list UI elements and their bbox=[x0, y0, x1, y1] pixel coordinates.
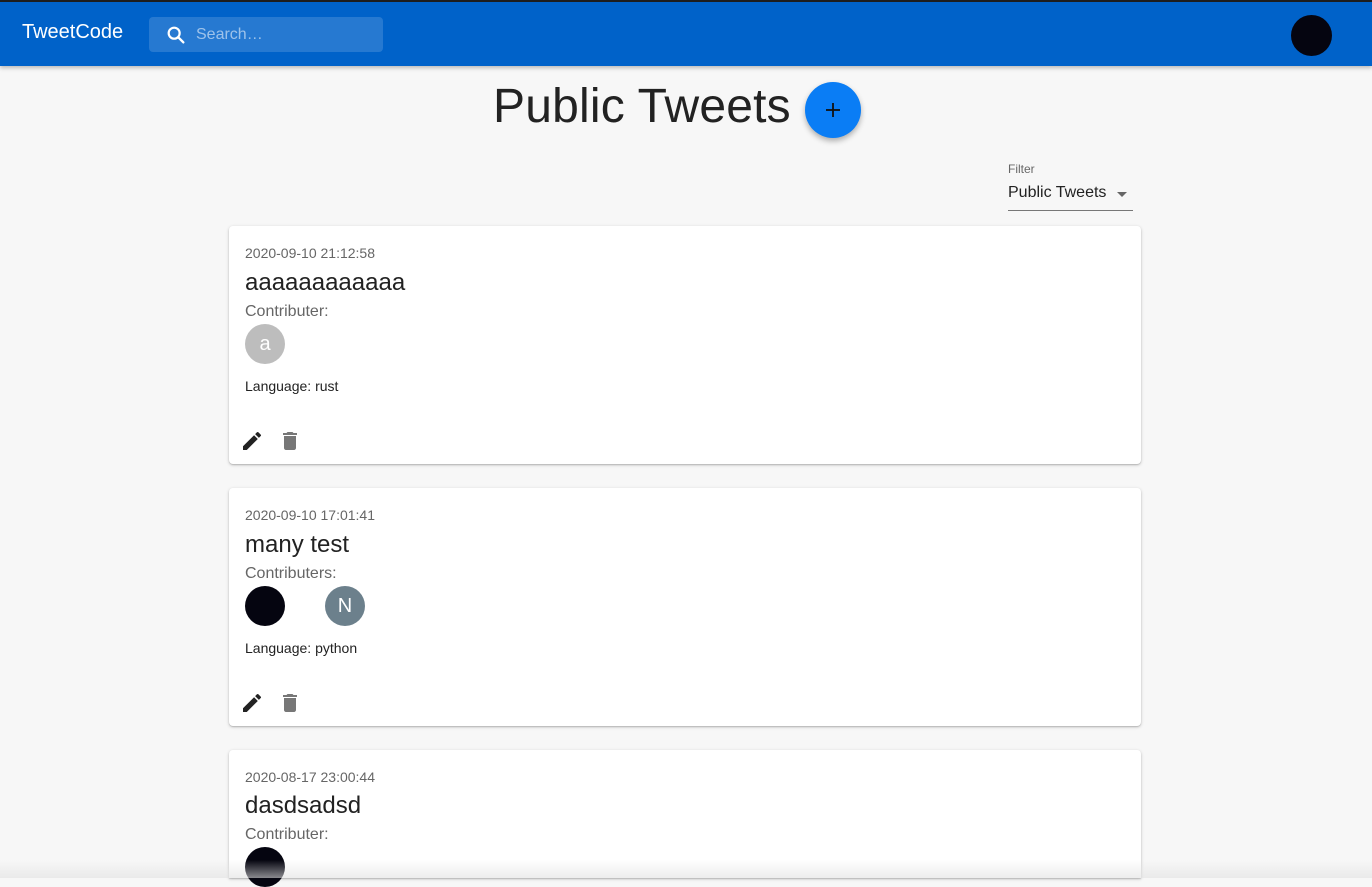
brand-title[interactable]: TweetCode bbox=[22, 21, 123, 44]
add-tweet-button[interactable] bbox=[805, 82, 861, 138]
avatar-initial: a bbox=[259, 333, 271, 355]
tweet-language: Language: rust bbox=[245, 378, 339, 394]
contributors-label: Contributers: bbox=[245, 565, 337, 582]
search-input[interactable] bbox=[196, 17, 376, 52]
delete-button[interactable] bbox=[278, 429, 302, 453]
contributors-label: Contributer: bbox=[245, 303, 329, 320]
tweet-title: aaaaaaaaaaaa bbox=[245, 269, 406, 296]
tweet-card: 2020-08-17 23:00:44 dasdsadsd Contribute… bbox=[229, 750, 1141, 887]
account-avatar[interactable] bbox=[1291, 15, 1332, 56]
tweet-card: 2020-09-10 17:01:41 many test Contribute… bbox=[229, 488, 1141, 726]
tweet-date: 2020-09-10 21:12:58 bbox=[245, 245, 375, 261]
tweet-card: 2020-09-10 21:12:58 aaaaaaaaaaaa Contrib… bbox=[229, 226, 1141, 464]
contributor-avatar[interactable] bbox=[245, 586, 285, 626]
delete-button[interactable] bbox=[278, 691, 302, 715]
filter-select[interactable]: Public Tweets bbox=[1008, 182, 1133, 211]
contributor-avatar[interactable]: a bbox=[245, 324, 285, 364]
tweet-date: 2020-09-10 17:01:41 bbox=[245, 507, 375, 523]
page-title: Public Tweets bbox=[493, 80, 791, 133]
trash-icon bbox=[283, 432, 297, 450]
search-box[interactable] bbox=[149, 17, 383, 52]
tweet-date: 2020-08-17 23:00:44 bbox=[245, 769, 375, 785]
filter-label: Filter bbox=[1008, 162, 1035, 176]
app-bar: TweetCode bbox=[0, 0, 1372, 66]
pencil-icon bbox=[243, 431, 262, 450]
avatar-initial: N bbox=[337, 595, 353, 617]
edit-button[interactable] bbox=[240, 429, 264, 453]
tweet-language: Language: python bbox=[245, 640, 358, 656]
search-icon bbox=[165, 24, 187, 46]
plus-icon bbox=[826, 103, 840, 117]
trash-icon bbox=[283, 694, 297, 712]
tweet-title: many test bbox=[245, 531, 350, 558]
filter-selected-value: Public Tweets bbox=[1008, 184, 1107, 201]
contributors-label: Contributer: bbox=[245, 826, 329, 843]
tweet-title: dasdsadsd bbox=[245, 792, 362, 819]
filter-control: Filter Public Tweets bbox=[1008, 162, 1133, 211]
contributor-avatar[interactable]: N bbox=[325, 586, 365, 626]
edit-button[interactable] bbox=[240, 691, 264, 715]
pencil-icon bbox=[243, 693, 262, 712]
contributor-avatar[interactable] bbox=[245, 847, 285, 887]
dropdown-arrow-icon bbox=[1117, 192, 1127, 197]
